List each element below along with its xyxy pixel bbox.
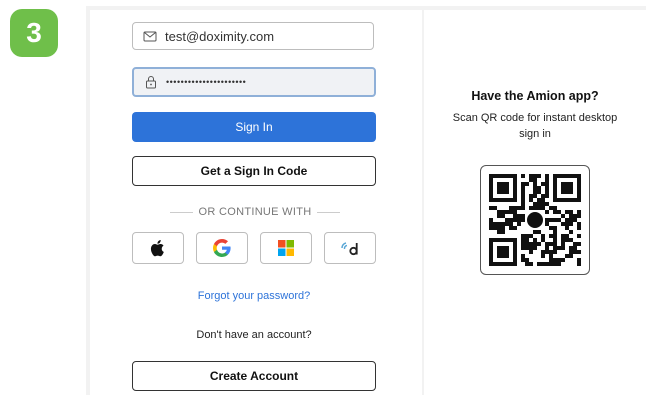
app-promo-title: Have the Amion app?: [471, 89, 599, 103]
sign-in-code-button[interactable]: Get a Sign In Code: [132, 156, 376, 186]
divider-text: OR CONTINUE WITH: [198, 206, 312, 218]
step-badge: 3: [10, 9, 58, 57]
email-input[interactable]: [165, 28, 365, 44]
divider-line-left: [170, 211, 193, 213]
no-account-text: Don't have an account?: [196, 329, 312, 341]
sign-in-button[interactable]: Sign In: [132, 112, 376, 142]
apple-icon: [150, 240, 164, 257]
doximity-sign-in-button[interactable]: [324, 232, 376, 264]
microsoft-icon: [278, 240, 294, 256]
qr-finder-center: [497, 182, 509, 194]
qr-code-box: [480, 165, 590, 275]
apple-sign-in-button[interactable]: [132, 232, 184, 264]
microsoft-sign-in-button[interactable]: [260, 232, 312, 264]
google-sign-in-button[interactable]: [196, 232, 248, 264]
email-field[interactable]: [132, 22, 374, 50]
qr-center-logo: [525, 210, 545, 230]
lock-icon: [146, 76, 156, 89]
qr-finder-center: [561, 182, 573, 194]
doximity-icon: [341, 242, 358, 256]
qr-code-image: [489, 174, 581, 266]
password-input[interactable]: [166, 77, 366, 87]
forgot-password-link[interactable]: Forgot your password?: [132, 290, 376, 302]
app-promo-subtitle: Scan QR code for instant desktop sign in: [452, 112, 618, 140]
password-field[interactable]: [132, 67, 376, 97]
envelope-icon: [143, 31, 157, 42]
continue-with-divider: OR CONTINUE WITH: [170, 205, 340, 219]
divider-line-right: [317, 211, 340, 213]
qr-finder-center: [497, 246, 509, 258]
google-icon: [213, 239, 231, 257]
create-account-button[interactable]: Create Account: [132, 361, 376, 391]
